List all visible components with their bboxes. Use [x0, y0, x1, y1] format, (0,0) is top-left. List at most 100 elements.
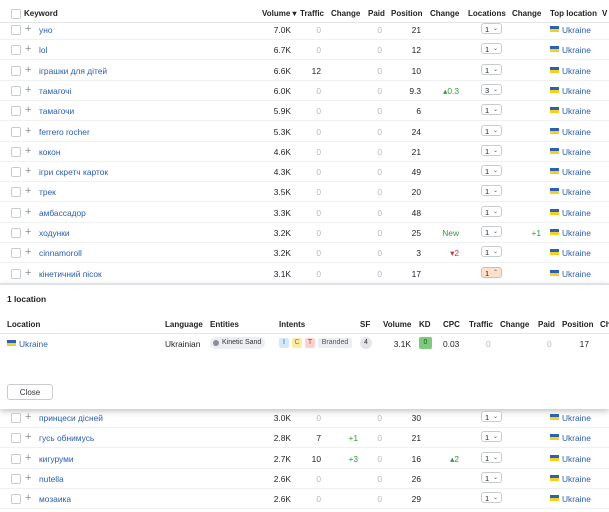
row-checkbox[interactable] [11, 413, 21, 423]
keyword-link[interactable]: уно [39, 25, 52, 35]
top-location-link[interactable]: Ukraine [562, 25, 591, 35]
panel-col-paid[interactable]: Paid [538, 320, 555, 329]
top-location-link[interactable]: Ukraine [562, 167, 591, 177]
top-location-link[interactable]: Ukraine [562, 433, 591, 443]
entity-chip[interactable]: Kinetic Sand [210, 337, 266, 349]
keyword-link[interactable]: ferrero rocher [39, 127, 90, 137]
keyword-link[interactable]: кінетичний пісок [39, 269, 102, 279]
panel-col-intents[interactable]: Intents [279, 320, 305, 329]
keyword-link[interactable]: трек [39, 187, 56, 197]
locations-dropdown[interactable]: 1 ⌄ [481, 185, 502, 197]
col-volume[interactable]: Volume ▾ [262, 9, 297, 18]
row-checkbox[interactable] [11, 228, 21, 238]
col-position[interactable]: Position [391, 9, 423, 18]
locations-dropdown[interactable]: 1 ⌄ [481, 492, 502, 504]
row-checkbox[interactable] [11, 126, 21, 137]
add-icon[interactable]: + [25, 84, 31, 95]
add-icon[interactable]: + [25, 206, 31, 217]
add-icon[interactable]: + [25, 452, 31, 463]
row-checkbox[interactable] [11, 106, 21, 117]
locations-dropdown[interactable]: 1 ⌄ [481, 23, 502, 34]
add-icon[interactable]: + [25, 472, 31, 483]
col-change-locations[interactable]: Change [512, 9, 541, 18]
row-checkbox[interactable] [11, 45, 21, 56]
panel-col-cpc[interactable]: CPC [443, 320, 460, 329]
row-checkbox[interactable] [11, 433, 21, 444]
panel-col-entities[interactable]: Entities [210, 320, 239, 329]
add-icon[interactable]: + [25, 64, 31, 75]
row-checkbox[interactable] [11, 268, 21, 279]
top-location-link[interactable]: Ukraine [562, 147, 591, 157]
keyword-link[interactable]: lol [39, 45, 47, 55]
add-icon[interactable]: + [25, 125, 31, 136]
top-location-link[interactable]: Ukraine [562, 187, 591, 197]
locations-dropdown[interactable]: 1 ⌄ [481, 43, 502, 55]
keyword-link[interactable]: кигуруми [39, 454, 74, 464]
locations-dropdown[interactable]: 1 ⌄ [481, 104, 502, 116]
select-all-checkbox[interactable] [11, 9, 21, 19]
top-location-link[interactable]: Ukraine [562, 66, 591, 76]
keyword-link[interactable]: мозаика [39, 494, 71, 504]
locations-dropdown[interactable]: 1 ⌄ [481, 431, 502, 443]
close-button[interactable]: Close [7, 384, 53, 400]
locations-dropdown[interactable]: 1 ⌄ [481, 205, 502, 217]
add-icon[interactable]: + [25, 24, 31, 35]
col-paid[interactable]: Paid [368, 9, 385, 18]
col-change-traffic[interactable]: Change [331, 9, 360, 18]
panel-col-sf[interactable]: SF [360, 320, 370, 329]
top-location-link[interactable]: Ukraine [562, 269, 591, 279]
locations-dropdown[interactable]: 3 ⌄ [481, 83, 502, 95]
row-checkbox[interactable] [11, 85, 21, 96]
keyword-link[interactable]: nutella [39, 474, 64, 484]
col-traffic[interactable]: Traffic [300, 9, 324, 18]
row-checkbox[interactable] [11, 25, 21, 35]
add-icon[interactable]: + [25, 412, 31, 423]
row-checkbox[interactable] [11, 167, 21, 178]
panel-col-traffic[interactable]: Traffic [469, 320, 493, 329]
top-location-link[interactable]: Ukraine [562, 208, 591, 218]
locations-dropdown[interactable]: 1 ⌄ [481, 411, 502, 422]
top-location-link[interactable]: Ukraine [562, 454, 591, 464]
panel-col-location[interactable]: Location [7, 320, 40, 329]
col-keyword[interactable]: Keyword [24, 9, 58, 18]
panel-col-position[interactable]: Position [562, 320, 594, 329]
add-icon[interactable]: + [25, 186, 31, 197]
add-icon[interactable]: + [25, 493, 31, 504]
keyword-link[interactable]: іграшки для дітей [39, 66, 107, 76]
panel-col-language[interactable]: Language [165, 320, 203, 329]
locations-dropdown[interactable]: 1 ⌃ [481, 266, 502, 278]
row-checkbox[interactable] [11, 146, 21, 157]
panel-location-link[interactable]: Ukraine [19, 339, 48, 349]
add-icon[interactable]: + [25, 247, 31, 258]
top-location-link[interactable]: Ukraine [562, 413, 591, 423]
keyword-link[interactable]: амбассадор [39, 208, 86, 218]
add-icon[interactable]: + [25, 44, 31, 55]
col-overflow[interactable]: V [602, 9, 607, 18]
top-location-link[interactable]: Ukraine [562, 86, 591, 96]
row-checkbox[interactable] [11, 473, 21, 484]
keyword-link[interactable]: ходунки [39, 228, 70, 238]
locations-dropdown[interactable]: 1 ⌄ [481, 124, 502, 136]
add-icon[interactable]: + [25, 227, 31, 238]
keyword-link[interactable]: гусь обнимусь [39, 433, 94, 443]
top-location-link[interactable]: Ukraine [562, 106, 591, 116]
locations-dropdown[interactable]: 1 ⌄ [481, 471, 502, 483]
row-checkbox[interactable] [11, 453, 21, 464]
keyword-link[interactable]: ігри скретч карток [39, 167, 108, 177]
row-checkbox[interactable] [11, 207, 21, 218]
row-checkbox[interactable] [11, 248, 21, 259]
locations-dropdown[interactable]: 1 ⌄ [481, 63, 502, 75]
locations-dropdown[interactable]: 1 ⌄ [481, 226, 502, 237]
keyword-link[interactable]: принцеси дісней [39, 413, 103, 423]
top-location-link[interactable]: Ukraine [562, 45, 591, 55]
top-location-link[interactable]: Ukraine [562, 474, 591, 484]
keyword-link[interactable]: тамагочи [39, 106, 74, 116]
sf-count-badge[interactable]: 4 [360, 337, 372, 349]
row-checkbox[interactable] [11, 494, 21, 505]
top-location-link[interactable]: Ukraine [562, 127, 591, 137]
add-icon[interactable]: + [25, 166, 31, 177]
keyword-link[interactable]: тамагочі [39, 86, 71, 96]
row-checkbox[interactable] [11, 187, 21, 198]
top-location-link[interactable]: Ukraine [562, 228, 591, 238]
panel-col-volume[interactable]: Volume [383, 320, 411, 329]
